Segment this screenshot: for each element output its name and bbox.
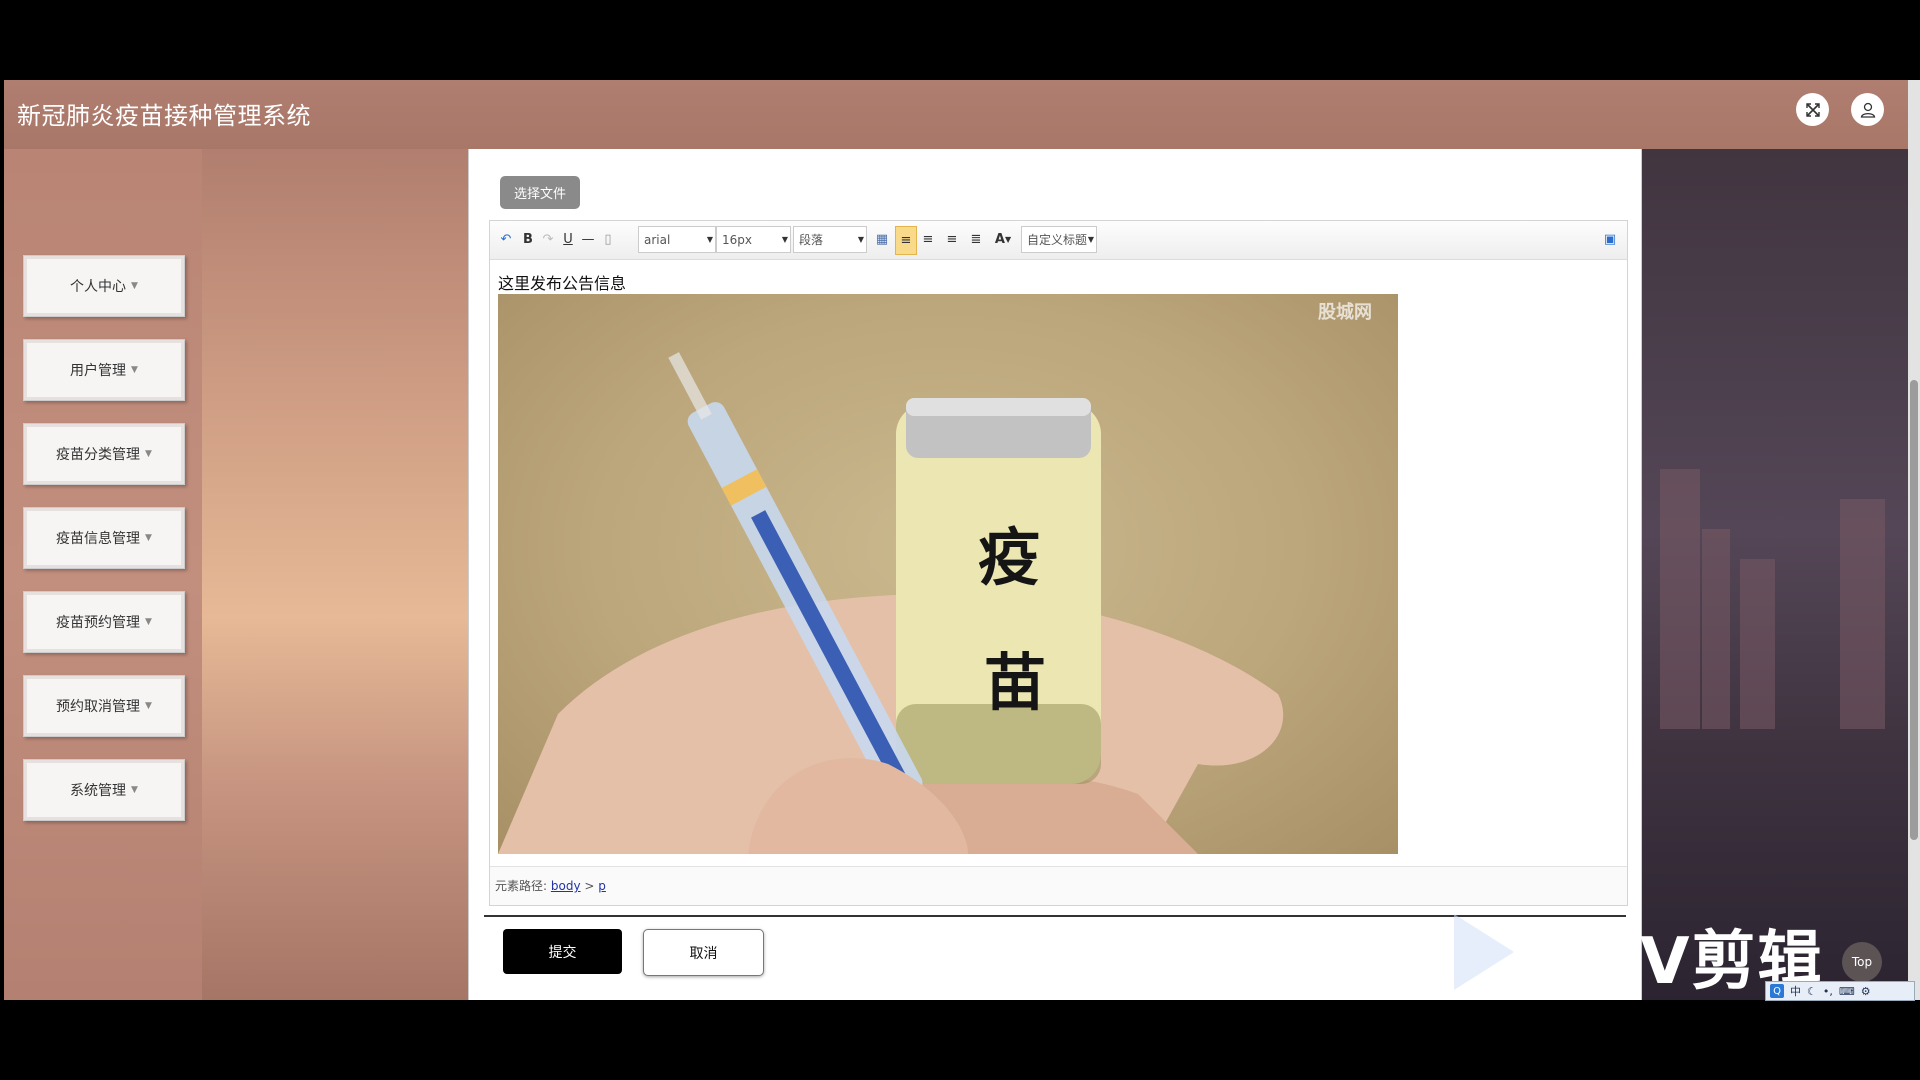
- chevron-down-icon: ▼: [131, 785, 138, 795]
- font-family-value: arial: [644, 232, 671, 247]
- user-icon: [1860, 102, 1875, 118]
- image-label-2: 苗: [984, 646, 1046, 719]
- choose-file-button[interactable]: 选择文件: [500, 176, 580, 209]
- sidebar-item-label: 个人中心: [70, 279, 127, 295]
- back-to-top-button[interactable]: Top: [1842, 942, 1882, 982]
- paragraph-value: 段落: [799, 233, 824, 247]
- fullscreen-editor-icon[interactable]: ▣: [1600, 228, 1620, 250]
- sidebar-item-appointment-cancel[interactable]: 预约取消管理 ▼: [23, 675, 185, 737]
- vaccine-photo-illustration: 疫 苗 股城网: [498, 301, 1372, 854]
- table-icon[interactable]: ▦: [872, 228, 892, 250]
- editor-content-area[interactable]: 这里发布公告信息 疫 苗 股城网: [490, 260, 1627, 862]
- sidebar-item-personal-center[interactable]: 个人中心 ▼: [23, 255, 185, 317]
- image-watermark: 股城网: [1317, 301, 1372, 323]
- punctuation-icon: •,: [1822, 984, 1833, 998]
- element-path: 元素路径: body > p: [495, 877, 606, 894]
- font-family-select[interactable]: arial ▼: [638, 226, 716, 253]
- cancel-button[interactable]: 取消: [643, 929, 764, 976]
- element-path-bar: 元素路径: body > p: [490, 866, 1627, 905]
- video-editor-logo-icon: [1454, 914, 1514, 990]
- custom-title-select[interactable]: 自定义标题 ▼: [1021, 226, 1097, 253]
- custom-title-value: 自定义标题: [1027, 233, 1088, 247]
- align-center-icon[interactable]: ≡: [942, 228, 962, 250]
- ime-logo-icon: Q: [1770, 984, 1784, 998]
- ime-toolbar: Q 中 ☾ •, ⌨ ⚙: [1765, 981, 1915, 1001]
- sidebar-item-label: 疫苗分类管理: [56, 447, 141, 463]
- page-scrollbar[interactable]: [1908, 80, 1920, 1000]
- fullscreen-exit-icon: [1805, 102, 1820, 117]
- align-left-icon[interactable]: ≡: [895, 226, 917, 255]
- font-color-button[interactable]: A ▼: [990, 228, 1016, 250]
- sidebar-item-vaccine-category[interactable]: 疫苗分类管理 ▼: [23, 423, 185, 485]
- background-image-left: [202, 149, 468, 1000]
- submit-button[interactable]: 提交: [503, 929, 622, 974]
- sidebar-item-user-management[interactable]: 用户管理 ▼: [23, 339, 185, 401]
- dropdown-arrow-icon: ▼: [857, 235, 864, 244]
- chevron-down-icon: ▼: [145, 449, 152, 459]
- sidebar: 个人中心 ▼ 用户管理 ▼ 疫苗分类管理 ▼ 疫苗信息管理 ▼ 疫苗预约管理 ▼ 预约取消…: [4, 149, 202, 1000]
- user-menu-button[interactable]: [1851, 93, 1884, 126]
- page-icon[interactable]: ▯: [598, 228, 618, 250]
- chevron-down-icon: ▼: [131, 365, 138, 375]
- horizontal-rule-icon[interactable]: —: [578, 228, 598, 250]
- ime-mode[interactable]: 中: [1790, 983, 1801, 999]
- sidebar-item-label: 用户管理: [70, 363, 127, 379]
- element-path-separator: >: [584, 879, 595, 893]
- sidebar-item-vaccine-info[interactable]: 疫苗信息管理 ▼: [23, 507, 185, 569]
- sidebar-item-label: 疫苗信息管理: [56, 531, 141, 547]
- dropdown-arrow-icon: ▼: [1087, 235, 1094, 244]
- top-header: 新冠肺炎疫苗接种管理系统: [4, 80, 1908, 149]
- paragraph-select[interactable]: 段落 ▼: [793, 226, 867, 253]
- dropdown-arrow-icon: ▼: [706, 235, 713, 244]
- chevron-down-icon: ▼: [145, 533, 152, 543]
- scrollbar-thumb[interactable]: [1910, 380, 1918, 840]
- undo-icon[interactable]: ↶: [496, 228, 516, 250]
- moon-icon: ☾: [1807, 984, 1817, 998]
- chevron-down-icon: ▼: [145, 701, 152, 711]
- font-size-value: 16px: [722, 232, 752, 247]
- element-path-body-link[interactable]: body: [551, 879, 581, 893]
- sidebar-item-vaccine-appointment[interactable]: 疫苗预约管理 ▼: [23, 591, 185, 653]
- content-panel: 选择文件 ↶ B ↷ U — ▯ arial ▼ 16px ▼ 段落 ▼ ▦ ≡…: [468, 149, 1642, 1000]
- element-path-p-link[interactable]: p: [598, 879, 606, 893]
- fullscreen-exit-button[interactable]: [1796, 93, 1829, 126]
- element-path-label: 元素路径:: [495, 879, 548, 893]
- chevron-down-icon: ▼: [131, 281, 138, 291]
- font-color-label: A: [994, 231, 1005, 247]
- image-label-1: 疫: [978, 521, 1040, 594]
- background-image-right: [1640, 149, 1908, 1000]
- screen: 新冠肺炎疫苗接种管理系统 个人中心 ▼ 用户管理 ▼ 疫苗分类管理 ▼ 疫苗信息…: [0, 0, 1920, 1080]
- dropdown-arrow-icon: ▼: [781, 235, 788, 244]
- editor-text: 这里发布公告信息: [498, 274, 627, 293]
- vaccine-image: 疫 苗 股城网: [498, 294, 1398, 854]
- editor-toolbar: ↶ B ↷ U — ▯ arial ▼ 16px ▼ 段落 ▼ ▦ ≡ ≡ ≡ …: [490, 221, 1627, 260]
- rich-text-editor: ↶ B ↷ U — ▯ arial ▼ 16px ▼ 段落 ▼ ▦ ≡ ≡ ≡ …: [489, 220, 1628, 906]
- align-right-icon[interactable]: ≡: [918, 228, 938, 250]
- sidebar-item-label: 系统管理: [70, 783, 127, 799]
- app-window: 新冠肺炎疫苗接种管理系统 个人中心 ▼ 用户管理 ▼ 疫苗分类管理 ▼ 疫苗信息…: [4, 80, 1908, 1000]
- sidebar-item-label: 疫苗预约管理: [56, 615, 141, 631]
- app-title: 新冠肺炎疫苗接种管理系统: [17, 102, 311, 130]
- align-justify-icon[interactable]: ≣: [966, 228, 986, 250]
- bold-button[interactable]: B: [518, 228, 538, 250]
- underline-button[interactable]: U: [558, 228, 578, 250]
- redo-icon[interactable]: ↷: [538, 228, 558, 250]
- chevron-down-icon: ▼: [145, 617, 152, 627]
- font-size-select[interactable]: 16px ▼: [716, 226, 791, 253]
- sidebar-item-system-management[interactable]: 系统管理 ▼: [23, 759, 185, 821]
- settings-icon: ⚙: [1860, 984, 1871, 998]
- sidebar-item-label: 预约取消管理: [56, 699, 141, 715]
- keyboard-icon: ⌨: [1838, 984, 1855, 998]
